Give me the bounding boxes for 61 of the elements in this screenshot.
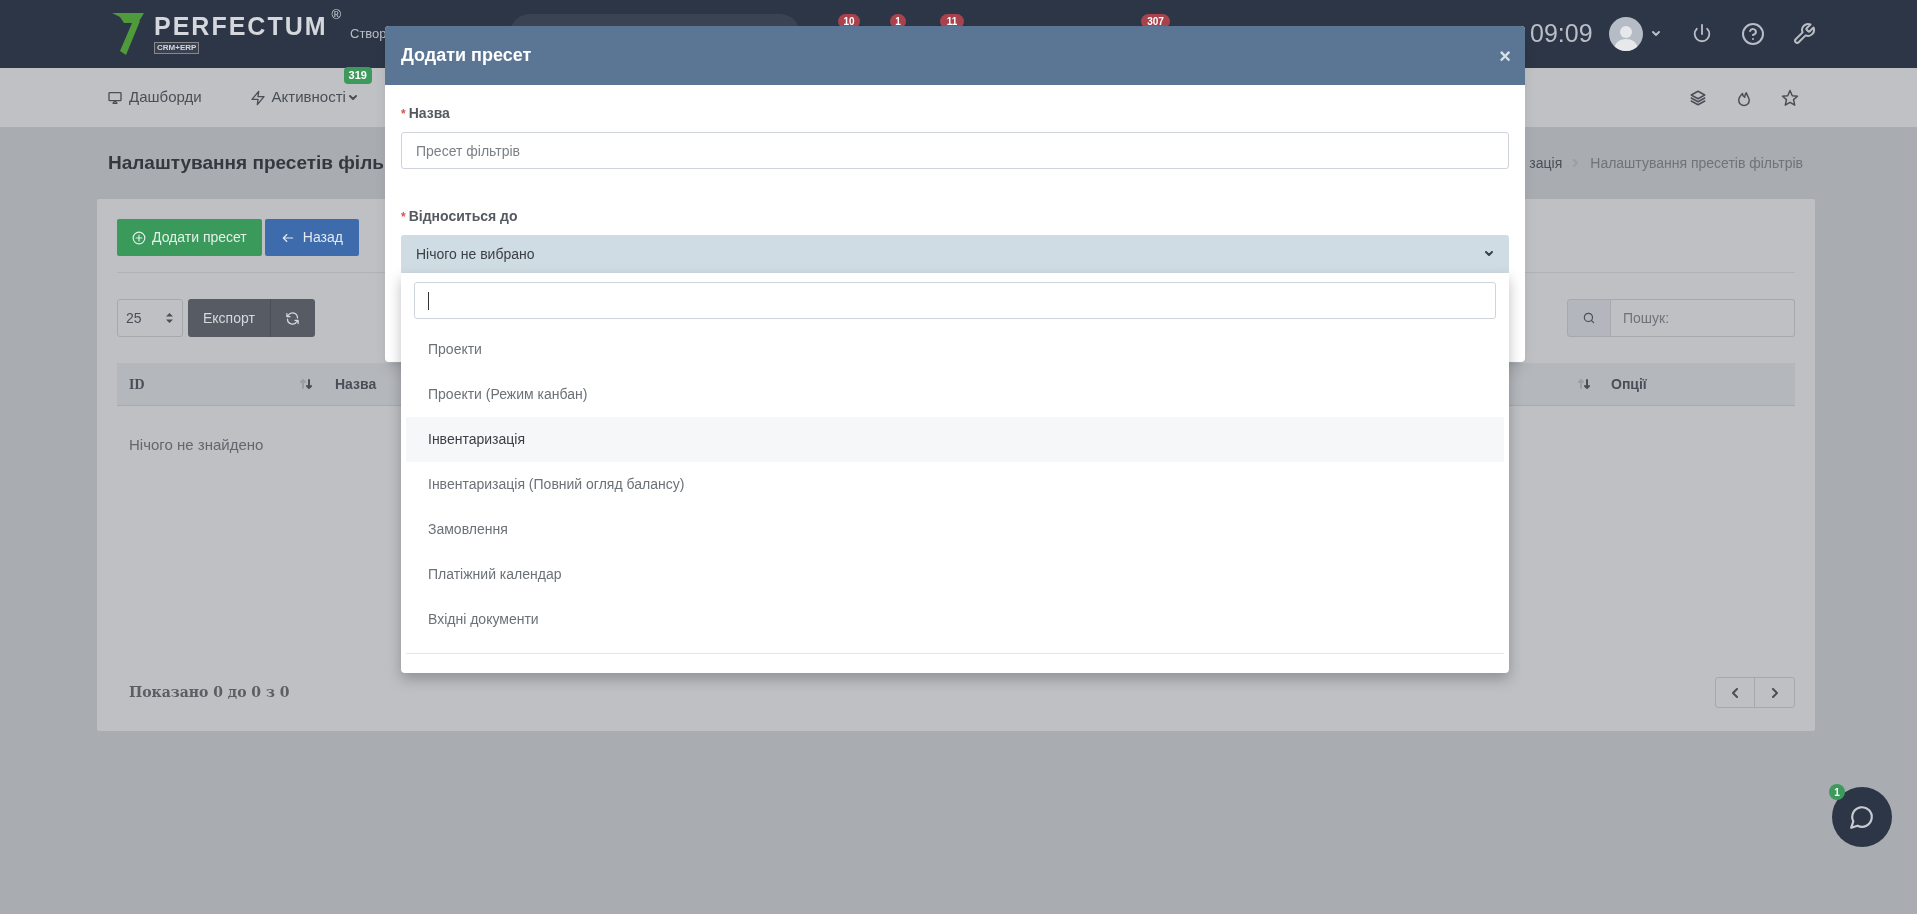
star-icon[interactable] — [1781, 88, 1799, 107]
add-preset-button[interactable]: Додати пресет — [117, 219, 262, 256]
bolt-icon — [249, 89, 266, 106]
table-info: Показано 0 до 0 з 0 — [128, 683, 290, 702]
refresh-icon — [285, 310, 301, 326]
dropdown-option[interactable]: Інвентаризація (Повний огляд балансу) — [406, 462, 1504, 507]
chevron-down-icon — [347, 92, 358, 103]
sort-icon[interactable] — [1577, 378, 1591, 390]
modal-title: Додати пресет — [401, 44, 532, 67]
registered-mark: ® — [331, 8, 342, 21]
logo-text: PERFECTUM — [154, 14, 328, 39]
export-button[interactable]: Експорт — [188, 299, 271, 337]
page-size-select[interactable]: 25 — [117, 299, 183, 337]
help-icon[interactable] — [1740, 22, 1765, 46]
text-cursor — [428, 291, 429, 310]
field-label: Назва — [408, 104, 450, 123]
plus-circle-icon — [132, 230, 146, 245]
breadcrumb-link[interactable]: зація — [1529, 152, 1563, 174]
name-input[interactable]: Пресет фільтрів — [401, 132, 1509, 169]
dropdown-option[interactable]: Проекти (Режим канбан) — [406, 372, 1504, 417]
sort-arrows-icon — [165, 312, 174, 324]
chevron-left-icon — [1730, 687, 1740, 698]
page-title: Налаштування пресетів філь — [108, 150, 384, 175]
person-icon — [1612, 23, 1639, 51]
required-mark: * — [401, 105, 406, 123]
refresh-button[interactable] — [270, 299, 315, 337]
nav-item[interactable]: Активності — [249, 86, 358, 109]
logo-icon — [110, 11, 146, 57]
nav-item[interactable]: Дашборди — [107, 86, 202, 109]
dropdown-option[interactable]: Проекти — [406, 327, 1504, 372]
logo-subtitle: CRM+ERP — [154, 42, 200, 54]
dropdown-select[interactable]: Нічого не вибрано — [401, 235, 1509, 273]
layers-icon[interactable] — [1689, 88, 1707, 107]
sort-icon[interactable] — [299, 378, 313, 390]
chevron-down-icon[interactable] — [1650, 29, 1661, 39]
chat-button[interactable]: 1 — [1832, 787, 1892, 847]
dropdown-search-field[interactable] — [414, 282, 1496, 319]
dropdown-option[interactable]: Платіжний календар — [406, 552, 1504, 597]
count-badge: 1 — [1829, 784, 1845, 800]
back-button[interactable]: Назад — [264, 219, 359, 256]
wrench-icon[interactable] — [1791, 22, 1816, 46]
column-header[interactable]: ID — [129, 373, 145, 395]
column-header[interactable]: Назва — [323, 373, 377, 395]
breadcrumb-current: Налаштування пресетів фільтрів — [1590, 153, 1803, 173]
search-field[interactable]: Пошук: — [1611, 299, 1795, 337]
monitor-icon — [107, 89, 123, 106]
chevron-down-icon — [1484, 249, 1494, 259]
search-icon — [1582, 311, 1596, 325]
dropdown-option[interactable]: Вхідні документи — [406, 597, 1504, 642]
empty-message: Нічого не знайдено — [129, 435, 264, 455]
required-mark: * — [401, 208, 406, 226]
clock-text: 09:09 — [1530, 18, 1593, 50]
field-label: Відноситься до — [408, 207, 518, 226]
close-button[interactable]: × — [1499, 45, 1511, 66]
dropdown-option[interactable]: Інвентаризація — [406, 417, 1504, 462]
count-badge: 319 — [343, 67, 372, 85]
dropdown-option[interactable]: Замовлення — [406, 507, 1504, 552]
chat-bubble-icon — [1849, 804, 1875, 830]
chevron-right-icon — [1769, 687, 1780, 698]
avatar[interactable] — [1608, 17, 1643, 51]
column-header[interactable]: Опції — [1611, 373, 1795, 395]
